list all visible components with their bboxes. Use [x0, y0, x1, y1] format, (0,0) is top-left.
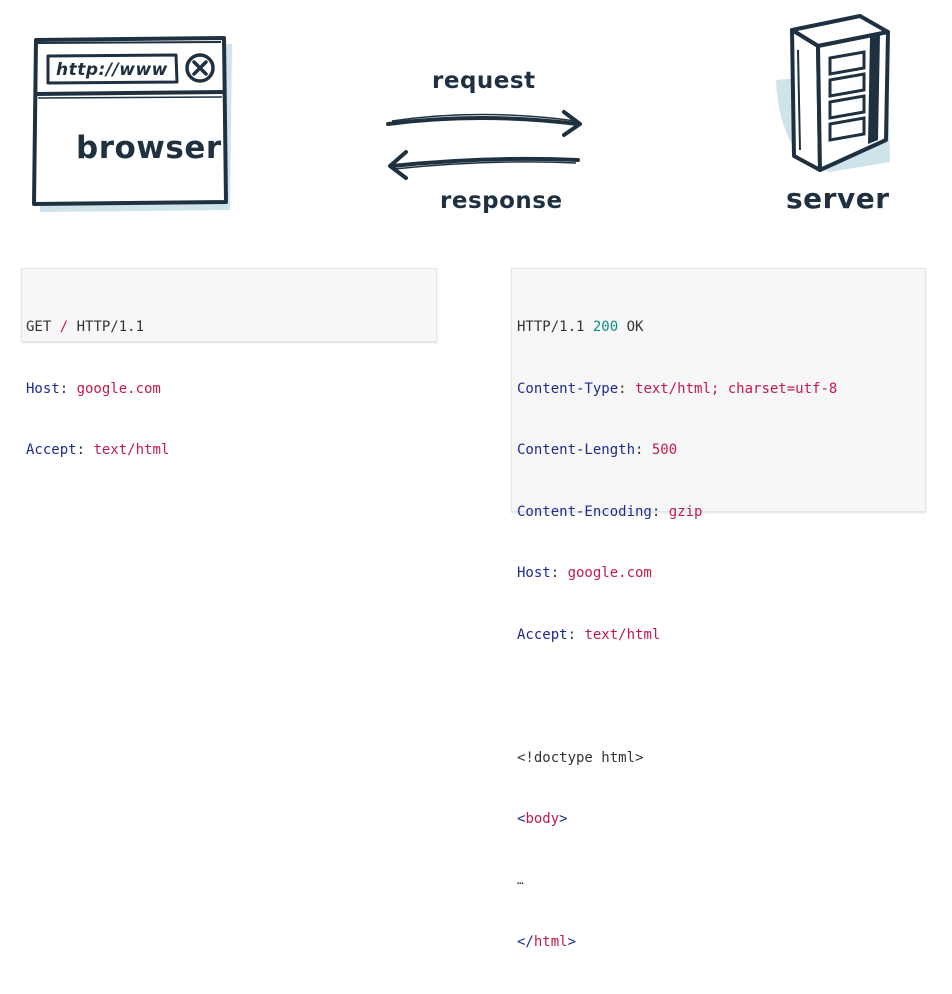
browser-toolbar-divider	[35, 90, 225, 96]
response-header: Content-Length: 500	[517, 440, 837, 461]
response-header: Content-Encoding: gzip	[517, 502, 837, 523]
body-open-tag: <body>	[517, 809, 837, 830]
status-code: 200	[592, 319, 619, 335]
header-key: Host	[517, 565, 551, 581]
blank-line: ​	[517, 686, 837, 707]
header-value: text/html	[584, 626, 661, 643]
server-illustration: server	[770, 10, 900, 220]
header-sep: :	[76, 442, 94, 458]
server-tower-icon	[776, 14, 890, 172]
html-close-tag: </html>	[517, 932, 837, 953]
header-key: Host	[26, 380, 60, 397]
header-value: google.com	[567, 565, 652, 581]
header-key: Content-Type	[517, 380, 619, 397]
address-bar-text: http://www	[56, 60, 168, 80]
tag-bracket: <	[517, 811, 526, 827]
response-code: HTTP/1.1 200 OK Content-Type: text/html;…	[517, 276, 837, 994]
server-label: server	[786, 182, 890, 215]
status-version: HTTP/1.1	[517, 319, 593, 335]
header-sep: :	[635, 442, 652, 458]
request-header-accept: Accept: text/html	[26, 440, 169, 461]
response-header: Accept: text/html	[517, 625, 837, 646]
response-header: Host: google.com	[517, 563, 837, 584]
response-label: response	[440, 188, 563, 214]
header-value: text/html; charset=utf-8	[635, 380, 838, 397]
header-sep: :	[618, 380, 636, 397]
header-sep: :	[550, 565, 568, 581]
request-code: GET / HTTP/1.1 Host: google.com Accept: …	[26, 276, 169, 502]
request-method: GET	[26, 319, 60, 335]
tag-bracket: >	[559, 811, 568, 827]
status-text: OK	[618, 319, 644, 335]
header-key: Content-Encoding	[517, 503, 652, 520]
response-header: Content-Type: text/html; charset=utf-8	[517, 379, 837, 400]
header-sep: :	[59, 380, 77, 397]
response-arrow-icon	[388, 150, 580, 180]
status-line: HTTP/1.1 200 OK	[517, 317, 837, 338]
browser-illustration: http://www browser	[26, 34, 236, 214]
tag-bracket: >	[567, 934, 577, 950]
request-path: /	[59, 319, 69, 335]
header-sep: :	[651, 503, 669, 520]
header-sep: :	[567, 626, 585, 643]
doctype-line: <!doctype html>	[517, 749, 644, 766]
header-value: google.com	[76, 380, 161, 397]
header-key: Content-Length	[517, 442, 636, 458]
tag-name: body	[525, 811, 560, 827]
tag-name: html	[533, 934, 568, 950]
header-key: Accept	[26, 442, 77, 458]
http-request-block: GET / HTTP/1.1 Host: google.com Accept: …	[21, 268, 437, 458]
request-arrow-icon	[386, 110, 582, 137]
header-value: text/html	[93, 442, 170, 458]
header-value: 500	[651, 442, 678, 458]
exchange-arrows: request response	[380, 60, 600, 230]
browser-label: browser	[76, 130, 222, 166]
http-response-block: HTTP/1.1 200 OK Content-Type: text/html;…	[511, 268, 926, 950]
header-key: Accept	[517, 626, 568, 643]
tag-bracket: </	[517, 934, 534, 950]
request-version: HTTP/1.1	[68, 319, 145, 335]
ellipsis-line: …	[517, 873, 524, 887]
request-line: GET / HTTP/1.1	[26, 317, 169, 338]
server-side-face	[790, 28, 822, 172]
request-header-host: Host: google.com	[26, 379, 169, 400]
header-value: gzip	[668, 503, 703, 520]
